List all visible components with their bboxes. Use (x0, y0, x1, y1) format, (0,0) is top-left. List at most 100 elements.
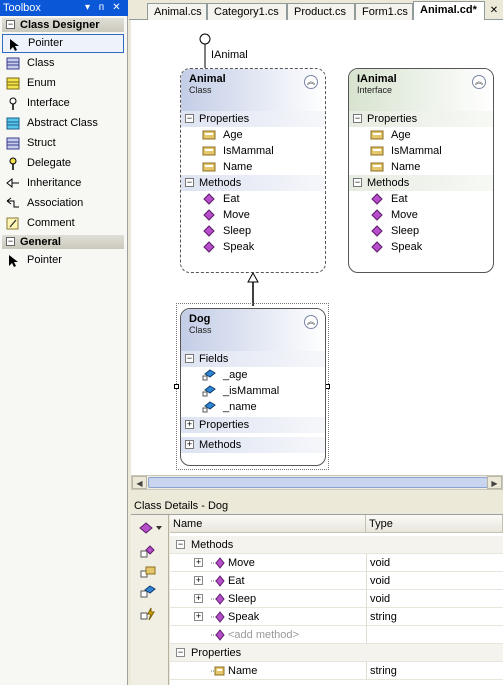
field-icon (202, 401, 216, 413)
member-type[interactable]: string (366, 662, 503, 680)
tool-delegate[interactable]: Delegate (2, 154, 124, 173)
tool-label: Pointer (28, 37, 63, 49)
tab-animal-cs[interactable]: Animal.cs (147, 3, 207, 20)
member-eat[interactable]: Eat (181, 191, 325, 207)
scroll-left-icon[interactable]: ◀ (132, 476, 147, 489)
lollipop-label[interactable]: IAnimal (211, 49, 248, 61)
properties-compartment[interactable]: − Properties (181, 111, 325, 127)
member-age[interactable]: Age (181, 127, 325, 143)
add-method-row[interactable]: <add method> (170, 626, 503, 644)
new-event-icon[interactable] (140, 607, 156, 621)
tab-animal-cd[interactable]: Animal.cd* (413, 1, 485, 21)
fields-compartment[interactable]: − Fields (181, 351, 325, 367)
member-move[interactable]: Move (181, 207, 325, 223)
animal-class-shape[interactable]: Animal Class ︽ − Properties Age IsMammal … (180, 68, 326, 273)
class-diagram-canvas[interactable]: IAnimal Animal Class ︽ − Properties Age I… (131, 20, 503, 489)
inheritance-arrow-icon[interactable] (243, 272, 263, 306)
member-field-ismammal[interactable]: _isMammal (181, 383, 325, 399)
methods-compartment[interactable]: + Methods (181, 437, 325, 453)
tool-general-pointer[interactable]: Pointer (2, 251, 124, 270)
section-class-designer[interactable]: − Class Designer (2, 18, 124, 32)
collapse-chevron-icon[interactable]: ︽ (304, 315, 318, 329)
tool-association[interactable]: Association (2, 194, 124, 213)
collapse-chevron-icon[interactable]: ︽ (304, 75, 318, 89)
minus-icon[interactable]: − (353, 178, 362, 187)
plus-icon[interactable]: + (194, 558, 203, 567)
new-field-icon[interactable] (140, 585, 156, 599)
member-age[interactable]: Age (349, 127, 493, 143)
plus-icon[interactable]: + (185, 440, 194, 449)
member-field-age[interactable]: _age (181, 367, 325, 383)
method-row[interactable]: + Eat void (170, 572, 503, 590)
class-details-grid[interactable]: Name Type − Methods + Move void + Eat vo… (170, 515, 503, 685)
member-speak[interactable]: Speak (349, 239, 493, 255)
resize-handle-left[interactable] (174, 384, 179, 389)
tool-comment[interactable]: Comment (2, 214, 124, 233)
minus-icon[interactable]: − (185, 354, 194, 363)
ianimal-interface-shape[interactable]: IAnimal Interface ︽ − Properties Age IsMa… (348, 68, 494, 273)
plus-icon[interactable]: + (194, 576, 203, 585)
tool-enum[interactable]: Enum (2, 74, 124, 93)
minus-icon[interactable]: − (176, 648, 185, 657)
new-member-icon[interactable] (137, 521, 163, 535)
dropdown-icon[interactable]: ▾ (82, 2, 93, 13)
pin-icon[interactable]: ᴨ (96, 2, 107, 13)
properties-compartment[interactable]: + Properties (181, 417, 325, 433)
member-name[interactable]: Name (181, 159, 325, 175)
shape-header[interactable]: Animal Class (181, 69, 325, 111)
member-ismammal[interactable]: IsMammal (181, 143, 325, 159)
member-type[interactable]: string (366, 608, 503, 626)
shape-header[interactable]: Dog Class (181, 309, 325, 351)
member-type[interactable]: void (366, 590, 503, 608)
member-move[interactable]: Move (349, 207, 493, 223)
minus-icon[interactable]: − (353, 114, 362, 123)
tool-abstract-class[interactable]: Abstract Class (2, 114, 124, 133)
minus-icon[interactable]: − (176, 540, 185, 549)
column-header-name[interactable]: Name (170, 515, 366, 533)
member-type[interactable]: void (366, 572, 503, 590)
tool-interface[interactable]: Interface (2, 94, 124, 113)
tool-class[interactable]: Class (2, 54, 124, 73)
methods-compartment[interactable]: − Methods (349, 175, 493, 191)
section-general[interactable]: − General (2, 235, 124, 249)
method-row[interactable]: + Speak string (170, 608, 503, 626)
group-properties[interactable]: − Properties (170, 644, 503, 662)
collapse-chevron-icon[interactable]: ︽ (472, 75, 486, 89)
close-icon[interactable]: ✕ (111, 2, 122, 13)
member-speak[interactable]: Speak (181, 239, 325, 255)
plus-icon[interactable]: + (194, 594, 203, 603)
properties-compartment[interactable]: − Properties (349, 111, 493, 127)
method-row[interactable]: + Move void (170, 554, 503, 572)
tab-category1-cs[interactable]: Category1.cs (207, 3, 287, 20)
tool-inheritance[interactable]: Inheritance (2, 174, 124, 193)
member-sleep[interactable]: Sleep (181, 223, 325, 239)
close-tab-icon[interactable]: ✕ (487, 3, 501, 19)
column-header-type[interactable]: Type (366, 515, 503, 533)
scroll-thumb[interactable] (148, 477, 488, 488)
minus-icon[interactable]: − (185, 178, 194, 187)
tab-form1-cs[interactable]: Form1.cs (355, 3, 413, 20)
member-name[interactable]: Name (349, 159, 493, 175)
add-method-placeholder[interactable]: <add method> (228, 626, 299, 644)
shape-header[interactable]: IAnimal Interface (349, 69, 493, 111)
plus-icon[interactable]: + (194, 612, 203, 621)
horizontal-scrollbar[interactable]: ◀ ▶ (131, 475, 503, 490)
member-eat[interactable]: Eat (349, 191, 493, 207)
member-sleep[interactable]: Sleep (349, 223, 493, 239)
tab-product-cs[interactable]: Product.cs (287, 3, 355, 20)
method-row[interactable]: + Sleep void (170, 590, 503, 608)
tool-struct[interactable]: Struct (2, 134, 124, 153)
methods-compartment[interactable]: − Methods (181, 175, 325, 191)
member-ismammal[interactable]: IsMammal (349, 143, 493, 159)
property-row[interactable]: Name string (170, 662, 503, 680)
member-type[interactable]: void (366, 554, 503, 572)
tool-pointer[interactable]: Pointer (2, 34, 124, 53)
new-method-icon[interactable] (140, 545, 156, 559)
new-property-icon[interactable] (140, 565, 156, 579)
dog-class-shape[interactable]: Dog Class ︽ − Fields _age _isMammal _name… (180, 308, 326, 466)
minus-icon[interactable]: − (185, 114, 194, 123)
member-field-name[interactable]: _name (181, 399, 325, 415)
group-methods[interactable]: − Methods (170, 536, 503, 554)
plus-icon[interactable]: + (185, 420, 194, 429)
scroll-right-icon[interactable]: ▶ (487, 476, 502, 489)
